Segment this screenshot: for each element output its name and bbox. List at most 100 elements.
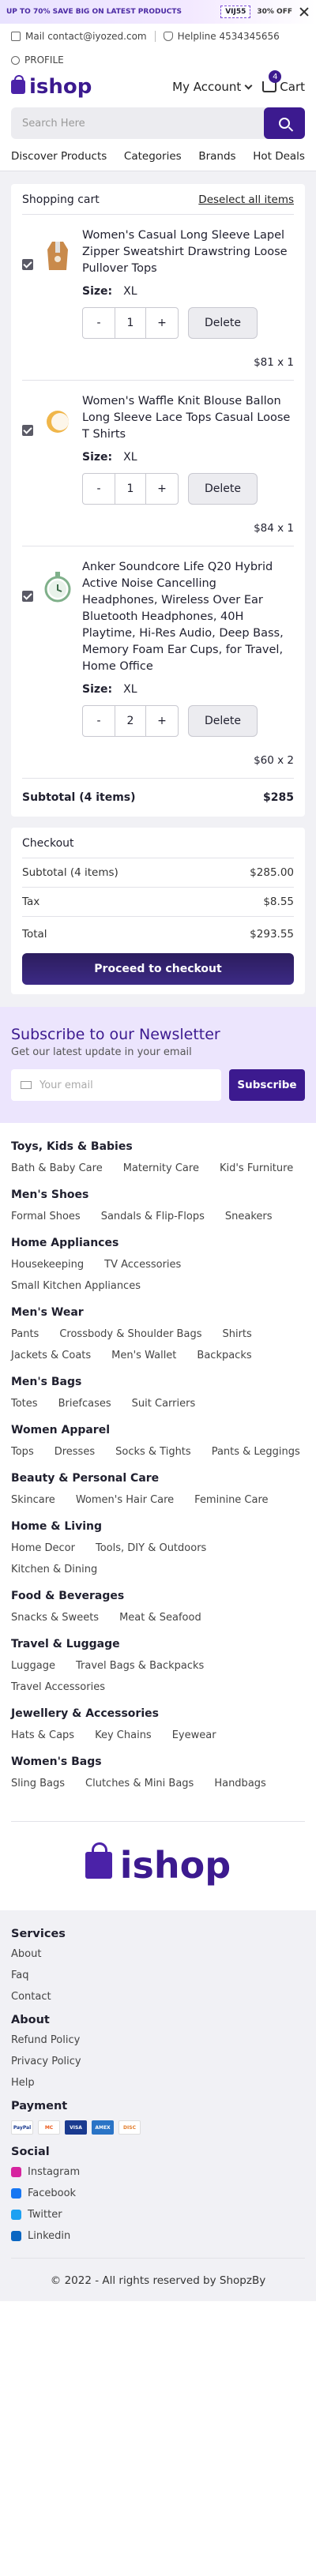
product-image[interactable]	[41, 235, 74, 276]
footer-link-faq[interactable]: Faq	[11, 1970, 305, 1981]
category-link[interactable]: Housekeeping	[11, 1259, 84, 1271]
footer-logo[interactable]: ishop	[11, 1821, 305, 1910]
footer-link-privacy[interactable]: Privacy Policy	[11, 2056, 305, 2067]
contact-email[interactable]: Mail contact@iyozed.com	[11, 31, 147, 42]
category-link[interactable]: Skincare	[11, 1494, 55, 1506]
search-button[interactable]	[264, 107, 305, 139]
category-link[interactable]: Home Decor	[11, 1542, 75, 1554]
delete-button[interactable]: Delete	[188, 705, 258, 737]
social-linkedin-link[interactable]: Linkedin	[11, 2230, 305, 2242]
category-link[interactable]: Kitchen & Dining	[11, 1564, 97, 1575]
social-twitter-link[interactable]: Twitter	[11, 2209, 305, 2221]
delete-button[interactable]: Delete	[188, 307, 258, 339]
decrease-button[interactable]: -	[83, 474, 115, 504]
item-checkbox[interactable]	[22, 425, 33, 436]
social-instagram-link[interactable]: Instagram	[11, 2166, 305, 2178]
category-link[interactable]: Luggage	[11, 1660, 55, 1672]
item-title[interactable]: Anker Soundcore Life Q20 Hybrid Active N…	[82, 559, 294, 675]
footer-about-title: About	[11, 2014, 50, 2026]
footer-link-contact[interactable]: Contact	[11, 1991, 305, 2003]
category-link[interactable]: Formal Shoes	[11, 1211, 81, 1222]
product-image[interactable]	[41, 567, 74, 608]
category-link[interactable]: Clutches & Mini Bags	[85, 1778, 194, 1789]
delete-button[interactable]: Delete	[188, 473, 258, 505]
increase-button[interactable]: +	[146, 706, 178, 736]
contact-email-text: Mail contact@iyozed.com	[25, 31, 147, 42]
quantity-value[interactable]: 2	[115, 706, 146, 736]
category-link[interactable]: Socks & Tights	[115, 1446, 191, 1458]
category-link[interactable]: Crossbody & Shoulder Bags	[59, 1328, 201, 1340]
proceed-to-checkout-button[interactable]: Proceed to checkout	[22, 953, 294, 985]
promo-banner[interactable]: UP TO 70% SAVE BIG ON LATEST PRODUCTS VI…	[0, 0, 316, 24]
category-link[interactable]: TV Accessories	[104, 1259, 181, 1271]
category-link[interactable]: Jackets & Coats	[11, 1350, 91, 1361]
close-icon[interactable]	[299, 6, 310, 17]
nav-hot-deals[interactable]: Hot Deals	[253, 150, 305, 163]
subscribe-button[interactable]: Subscribe	[229, 1069, 305, 1101]
profile-link[interactable]: PROFILE	[0, 49, 316, 71]
category-link[interactable]: Totes	[11, 1398, 38, 1410]
category-link[interactable]: Sling Bags	[11, 1778, 65, 1789]
search-input[interactable]	[11, 107, 264, 139]
category-link[interactable]: Shirts	[222, 1328, 251, 1340]
nav-categories[interactable]: Categories	[124, 150, 182, 163]
category-group: Home & Living Home Decor Tools, DIY & Outd…	[11, 1520, 305, 1575]
category-link[interactable]: Travel Accessories	[11, 1681, 105, 1693]
newsletter-email-field[interactable]: Your email	[11, 1069, 221, 1101]
category-link[interactable]: Pants & Leggings	[212, 1446, 300, 1458]
item-title[interactable]: Women's Casual Long Sleeve Lapel Zipper …	[82, 227, 294, 277]
quantity-value[interactable]: 1	[115, 308, 146, 338]
profile-label: PROFILE	[24, 54, 64, 66]
item-checkbox[interactable]	[22, 259, 33, 270]
contact-phone[interactable]: Helpline 4534345656	[163, 31, 280, 42]
decrease-button[interactable]: -	[83, 308, 115, 338]
category-link[interactable]: Pants	[11, 1328, 39, 1340]
category-link[interactable]: Tops	[11, 1446, 34, 1458]
increase-button[interactable]: +	[146, 474, 178, 504]
footer-link-refund[interactable]: Refund Policy	[11, 2034, 305, 2046]
category-link[interactable]: Tools, DIY & Outdoors	[96, 1542, 206, 1554]
decrease-button[interactable]: -	[83, 706, 115, 736]
search-bar	[11, 107, 305, 139]
size-label: Size:	[82, 285, 113, 298]
item-title[interactable]: Women's Waffle Knit Blouse Ballon Long S…	[82, 393, 294, 443]
category-link[interactable]: Suit Carriers	[132, 1398, 196, 1410]
nav-brands[interactable]: Brands	[198, 150, 235, 163]
category-link[interactable]: Eyewear	[172, 1729, 216, 1741]
item-checkbox[interactable]	[22, 591, 33, 602]
category-link[interactable]: Men's Wallet	[111, 1350, 176, 1361]
category-link[interactable]: Snacks & Sweets	[11, 1612, 99, 1624]
category-link[interactable]: Sneakers	[225, 1211, 273, 1222]
category-link[interactable]: Bath & Baby Care	[11, 1162, 103, 1174]
category-link[interactable]: Travel Bags & Backpacks	[76, 1660, 204, 1672]
product-image[interactable]	[41, 401, 74, 442]
cart-link[interactable]: 4 Cart	[262, 70, 305, 94]
nav-discover-products[interactable]: Discover Products	[11, 150, 107, 163]
category-link[interactable]: Handbags	[214, 1778, 265, 1789]
phone-icon	[163, 32, 173, 41]
deselect-all-link[interactable]: Deselect all items	[198, 193, 294, 206]
footer-link-about[interactable]: About	[11, 1948, 305, 1960]
category-link[interactable]: Kid's Furniture	[220, 1162, 293, 1174]
social-facebook-link[interactable]: Facebook	[11, 2187, 305, 2199]
checkout-subtotal-value: $285.00	[250, 866, 294, 879]
increase-button[interactable]: +	[146, 308, 178, 338]
category-link[interactable]: Backpacks	[197, 1350, 251, 1361]
category-link[interactable]: Small Kitchen Appliances	[11, 1280, 141, 1292]
footer-link-help[interactable]: Help	[11, 2077, 305, 2089]
quantity-value[interactable]: 1	[115, 474, 146, 504]
category-link[interactable]: Feminine Care	[194, 1494, 268, 1506]
category-link[interactable]: Hats & Caps	[11, 1729, 74, 1741]
my-account-dropdown[interactable]: My Account	[172, 80, 253, 94]
category-link[interactable]: Briefcases	[58, 1398, 111, 1410]
category-link[interactable]: Meat & Seafood	[119, 1612, 201, 1624]
category-link[interactable]: Sandals & Flip-Flops	[101, 1211, 205, 1222]
category-link[interactable]: Women's Hair Care	[76, 1494, 174, 1506]
category-link[interactable]: Key Chains	[95, 1729, 152, 1741]
user-icon	[11, 55, 20, 65]
category-link[interactable]: Maternity Care	[123, 1162, 199, 1174]
category-link[interactable]: Dresses	[55, 1446, 95, 1458]
logo[interactable]: ishop	[11, 75, 92, 99]
category-group: Jewellery & Accessories Hats & Caps Key Ch…	[11, 1707, 305, 1741]
checkout-subtotal-label: Subtotal (4 items)	[22, 866, 118, 879]
